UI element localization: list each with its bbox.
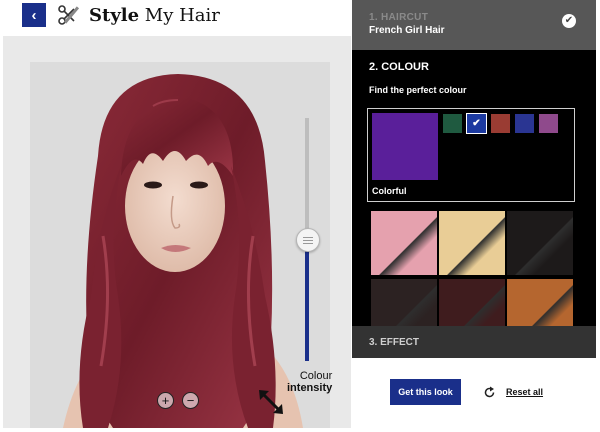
step-effect-label: 3. EFFECT <box>369 337 420 348</box>
hair-shade-swatch[interactable] <box>371 211 437 275</box>
check-icon: ✔ <box>472 118 481 129</box>
intensity-label: Colour intensity <box>287 370 333 394</box>
reset-all-link[interactable]: Reset all <box>506 387 543 397</box>
hair-shade-swatch[interactable] <box>507 211 573 275</box>
colour-family-option[interactable] <box>443 114 462 133</box>
check-circle-icon: ✔ <box>562 14 576 28</box>
refresh-icon[interactable] <box>483 386 496 399</box>
zoom-in-icon: + <box>161 393 170 408</box>
intensity-slider-handle[interactable] <box>296 228 320 252</box>
chevron-left-icon: ‹ <box>31 6 37 24</box>
step-haircut-label: 1. HAIRCUT <box>369 12 429 23</box>
hair-preview-stage: Colour intensity + − <box>3 36 351 428</box>
selected-haircut: French Girl Hair <box>369 25 445 36</box>
colour-family-label: Colorful <box>372 186 407 196</box>
colour-family-option[interactable] <box>491 114 510 133</box>
get-this-look-button[interactable]: Get this look <box>390 379 461 405</box>
colour-family-option[interactable]: ✔ <box>466 113 487 134</box>
zoom-out-button[interactable]: − <box>182 392 199 409</box>
app-title: Style My Hair <box>89 5 220 26</box>
hair-shade-swatch[interactable] <box>439 211 505 275</box>
colour-family-option[interactable] <box>515 114 534 133</box>
zoom-in-button[interactable]: + <box>157 392 174 409</box>
zoom-out-icon: − <box>186 393 195 408</box>
colour-family-swatch[interactable] <box>372 113 438 180</box>
colour-subtitle: Find the perfect colour <box>369 85 467 95</box>
intensity-slider-fill <box>305 239 309 361</box>
colour-family-option[interactable] <box>539 114 558 133</box>
back-button[interactable]: ‹ <box>22 3 46 27</box>
step-colour-label: 2. COLOUR <box>369 61 429 73</box>
resize-arrows-icon[interactable] <box>257 388 285 416</box>
scissors-comb-icon <box>58 5 79 25</box>
